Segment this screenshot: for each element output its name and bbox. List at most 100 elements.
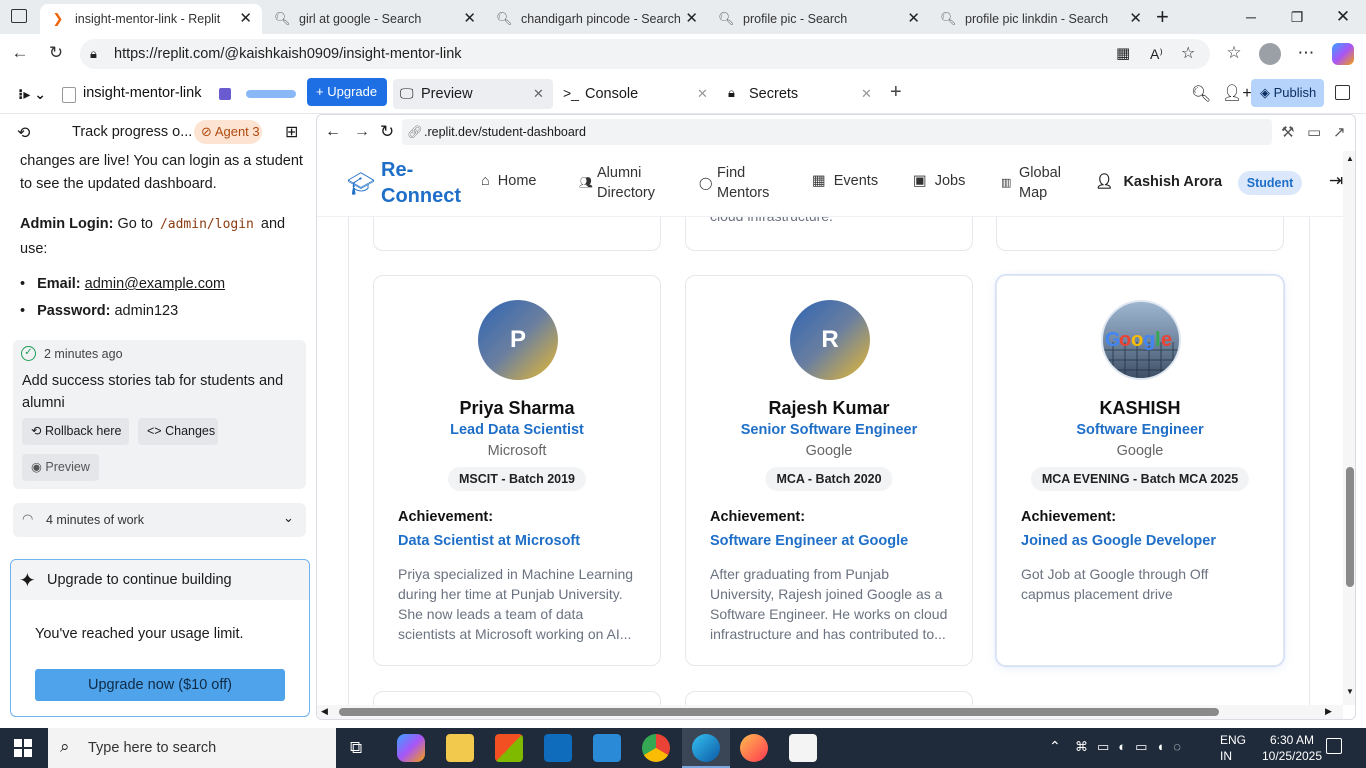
new-tab-icon[interactable]: + xyxy=(1156,4,1169,30)
scroll-down-icon[interactable]: ▼ xyxy=(1346,687,1354,696)
clock[interactable]: 6:30 AM 10/25/2025 xyxy=(1258,732,1326,764)
svg-text:l: l xyxy=(1155,329,1161,351)
edge-icon[interactable] xyxy=(692,734,720,762)
firefox-icon[interactable] xyxy=(740,734,768,762)
url-field[interactable]: 🔒︎ https://replit.com/@kaishkaish0909/in… xyxy=(80,39,1210,69)
notification-icon[interactable] xyxy=(1326,738,1342,754)
minimize-icon[interactable]: ─ xyxy=(1228,4,1274,30)
close-tab-icon[interactable]: ✕ xyxy=(1129,9,1142,27)
read-aloud-icon[interactable]: A⁾ xyxy=(1150,39,1163,69)
tab-search-4[interactable]: 🔍︎ profile pic linkdin - Search ✕ xyxy=(930,4,1152,34)
preview-forward-icon[interactable]: → xyxy=(354,123,370,141)
nav-find-mentors[interactable]: ◯ Find Mentors xyxy=(699,163,769,203)
site-info-icon[interactable]: 🔒︎ xyxy=(90,39,97,69)
upgrade-now-button[interactable]: Upgrade now ($10 off) xyxy=(35,669,285,701)
history-icon[interactable]: ⟲ xyxy=(17,123,30,143)
add-tab-icon[interactable]: + xyxy=(890,81,902,104)
copilot-icon[interactable] xyxy=(1332,43,1354,65)
taskbar-search[interactable]: ⌕ Type here to search xyxy=(48,728,336,768)
more-options-icon[interactable]: ⋯ xyxy=(1294,43,1318,63)
user-menu[interactable]: 👤︎ Kashish Arora xyxy=(1095,173,1222,190)
story-desc-line: during her time at Punjab University. xyxy=(398,586,623,602)
maximize-icon[interactable]: ❐ xyxy=(1274,4,1320,30)
nav-global-map[interactable]: ▥ Global Map xyxy=(1001,163,1061,203)
agent-thread-title[interactable]: Track progress o... xyxy=(72,124,192,140)
close-tab-icon[interactable]: ✕ xyxy=(463,9,476,27)
tab-search-1[interactable]: 🔍︎ girl at google - Search ✕ xyxy=(264,4,486,34)
new-chat-icon[interactable]: ⊞ xyxy=(285,122,298,142)
close-tab-icon[interactable]: ✕ xyxy=(907,9,920,27)
back-icon[interactable]: ← xyxy=(8,43,32,63)
replit-logo-icon[interactable]: ⁝▸ ⌄ xyxy=(18,86,46,103)
logout-icon[interactable]: ⇥ xyxy=(1329,171,1343,191)
close-tab-icon[interactable]: ✕ xyxy=(697,86,708,102)
email-link[interactable]: admin@example.com xyxy=(85,276,225,292)
app-available-icon[interactable]: ▦ xyxy=(1116,39,1130,69)
logo-line1[interactable]: Re- xyxy=(381,159,413,182)
profile-avatar[interactable] xyxy=(1259,43,1281,65)
preview-back-icon[interactable]: ← xyxy=(325,123,341,141)
copilot-app-icon[interactable] xyxy=(397,734,425,762)
logo-line2[interactable]: Connect xyxy=(381,185,461,208)
close-window-icon[interactable]: ✕ xyxy=(1320,4,1366,30)
work-summary[interactable]: ◠ 4 minutes of work ⌄ xyxy=(13,503,306,537)
app-icon[interactable] xyxy=(789,734,817,762)
windows-start-icon[interactable] xyxy=(14,739,32,757)
tab-replit[interactable]: ❯ insight-mentor-link - Replit ✕ xyxy=(40,4,262,34)
rollback-button[interactable]: ⟲ Rollback here xyxy=(22,418,129,445)
project-name[interactable]: insight-mentor-link xyxy=(83,85,201,101)
tray-chevron-icon[interactable]: ⌃ xyxy=(1049,738,1061,755)
task-view-icon[interactable]: ⧉ xyxy=(350,738,362,758)
story-company: Microsoft xyxy=(487,443,547,459)
outlook-icon[interactable] xyxy=(544,734,572,762)
search-icon[interactable]: 🔍︎ xyxy=(1191,84,1211,104)
horizontal-scrollbar[interactable]: ◀ ▶ xyxy=(317,705,1343,719)
story-desc-line: Got Job at Google through Off xyxy=(1021,566,1209,582)
password-label: Password: xyxy=(37,303,111,319)
upgrade-button[interactable]: + Upgrade xyxy=(307,78,387,106)
publish-button[interactable]: ◈ Publish xyxy=(1251,79,1324,107)
svg-text:o: o xyxy=(1131,329,1143,351)
scrollbar-thumb[interactable] xyxy=(1346,467,1354,587)
nav-jobs[interactable]: ▣ Jobs xyxy=(913,173,965,189)
preview-url-field[interactable]: 🔗︎ .replit.dev/student-dashboard xyxy=(402,119,1272,145)
tab-search-2[interactable]: 🔍︎ chandigarh pincode - Search ✕ xyxy=(486,4,708,34)
close-tab-icon[interactable]: ✕ xyxy=(239,9,252,27)
changes-button[interactable]: <> Changes xyxy=(138,418,218,445)
admin-login-text: Go to xyxy=(117,216,153,232)
workspaces-icon[interactable] xyxy=(11,9,27,23)
devices-icon[interactable]: ▭ xyxy=(1307,123,1321,141)
refresh-icon[interactable]: ↻ xyxy=(44,43,68,63)
tab-preview[interactable]: 🖵 Preview ✕ xyxy=(393,79,553,109)
favorite-star-icon[interactable]: ☆ xyxy=(1181,39,1195,69)
language-indicator[interactable]: ENG IN xyxy=(1220,732,1246,764)
nav-home[interactable]: ⌂ Home xyxy=(481,173,536,189)
tab-search-3[interactable]: 🔍︎ profile pic - Search ✕ xyxy=(708,4,930,34)
devtools-icon[interactable]: ⚒ xyxy=(1281,123,1294,141)
close-tab-icon[interactable]: ✕ xyxy=(533,86,544,102)
toggle-panel-icon[interactable] xyxy=(1335,85,1350,100)
tray-icons[interactable]: ⌘▭◐▭◖◌ xyxy=(1075,739,1190,755)
scrollbar-thumb[interactable] xyxy=(339,708,1219,716)
store-icon[interactable] xyxy=(495,734,523,762)
open-new-tab-icon[interactable]: ↗ xyxy=(1333,123,1346,141)
favorites-icon[interactable]: ☆ xyxy=(1222,43,1246,63)
scroll-left-icon[interactable]: ◀ xyxy=(321,706,328,717)
scroll-up-icon[interactable]: ▲ xyxy=(1346,154,1354,163)
preview-button[interactable]: ◉ Preview xyxy=(22,454,99,481)
scroll-right-icon[interactable]: ▶ xyxy=(1325,706,1332,717)
stop-icon[interactable] xyxy=(219,88,231,100)
nav-events[interactable]: ▦ Events xyxy=(812,173,878,189)
vertical-scrollbar[interactable]: ▲ ▼ xyxy=(1343,151,1355,705)
preview-refresh-icon[interactable]: ↻ xyxy=(380,122,394,142)
close-tab-icon[interactable]: ✕ xyxy=(685,9,698,27)
tab-console[interactable]: >_ Console ✕ xyxy=(558,79,718,109)
vscode-icon[interactable] xyxy=(593,734,621,762)
chrome-icon[interactable] xyxy=(642,734,670,762)
nav-alumni-directory[interactable]: 👥︎ Alumni Directory xyxy=(579,163,655,203)
file-explorer-icon[interactable] xyxy=(446,734,474,762)
tab-secrets[interactable]: 🔒︎ Secrets ✕ xyxy=(722,79,882,109)
invite-user-icon[interactable]: 👤︎+ xyxy=(1222,83,1252,103)
success-story-card-partial xyxy=(685,691,973,705)
close-tab-icon[interactable]: ✕ xyxy=(861,86,872,102)
